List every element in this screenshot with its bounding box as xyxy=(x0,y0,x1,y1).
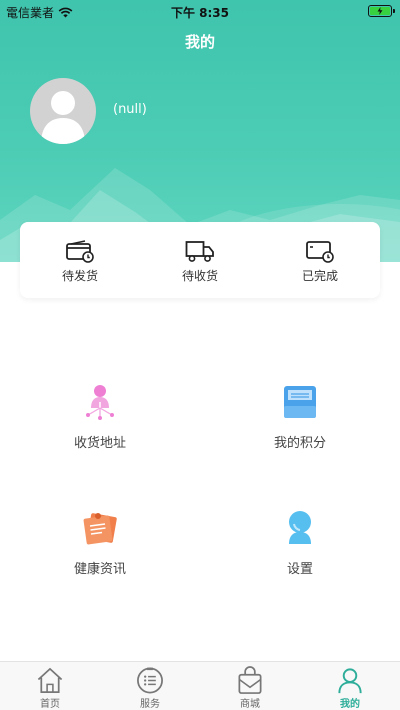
service-list-icon xyxy=(137,667,163,694)
grid-label: 设置 xyxy=(286,562,313,577)
page-title: 我的 xyxy=(184,33,215,51)
status-bar: 電信業者 下午 8:35 xyxy=(0,0,400,22)
username[interactable]: (null) xyxy=(113,102,147,117)
grid-label: 我的积分 xyxy=(273,436,326,451)
card-clock-icon xyxy=(306,241,334,263)
settings-person-icon xyxy=(289,511,311,544)
grid-label: 健康资讯 xyxy=(73,562,126,577)
order-pending-shipment[interactable]: 待发货 xyxy=(20,222,140,298)
order-label: 待收货 xyxy=(181,269,218,283)
tab-label: 我的 xyxy=(340,699,360,710)
order-completed[interactable]: 已完成 xyxy=(260,222,380,298)
grid-item-address[interactable]: 收货地址 xyxy=(0,382,200,451)
wallet-clock-icon xyxy=(66,240,94,263)
carrier-info: 電信業者 xyxy=(6,4,73,21)
tab-label: 首页 xyxy=(40,699,60,710)
home-icon xyxy=(37,667,63,693)
tab-service[interactable]: 服务 xyxy=(100,662,200,710)
grid-item-points[interactable]: 我的积分 xyxy=(200,382,400,451)
grid-item-health-news[interactable]: 健康资讯 xyxy=(0,508,200,577)
carrier-name: 電信業者 xyxy=(6,6,55,20)
grid-label: 收货地址 xyxy=(73,436,126,451)
tab-home[interactable]: 首页 xyxy=(0,662,100,710)
wifi-icon xyxy=(58,7,73,18)
charging-bolt-icon xyxy=(377,7,383,15)
tab-mall[interactable]: 商城 xyxy=(200,662,300,710)
order-status-card: 待发货 待收货 已完成 xyxy=(20,222,380,298)
order-label: 待发货 xyxy=(61,269,98,283)
points-tray-icon xyxy=(284,386,316,418)
tab-bar: 首页 服务 商城 我的 xyxy=(0,661,400,710)
tab-label: 服务 xyxy=(140,699,160,710)
shopping-bag-icon xyxy=(238,666,262,694)
tab-label: 商城 xyxy=(240,699,260,710)
order-label: 已完成 xyxy=(301,269,338,283)
default-avatar-icon xyxy=(41,91,85,144)
battery-icon xyxy=(368,5,395,17)
truck-icon xyxy=(185,241,214,262)
health-note-icon xyxy=(83,513,117,545)
address-person-icon xyxy=(86,385,114,420)
grid-item-settings[interactable]: 设置 xyxy=(200,508,400,577)
order-pending-receipt[interactable]: 待收货 xyxy=(140,222,260,298)
user-icon xyxy=(338,668,362,694)
avatar[interactable] xyxy=(30,78,96,144)
tab-mine[interactable]: 我的 xyxy=(300,662,400,710)
